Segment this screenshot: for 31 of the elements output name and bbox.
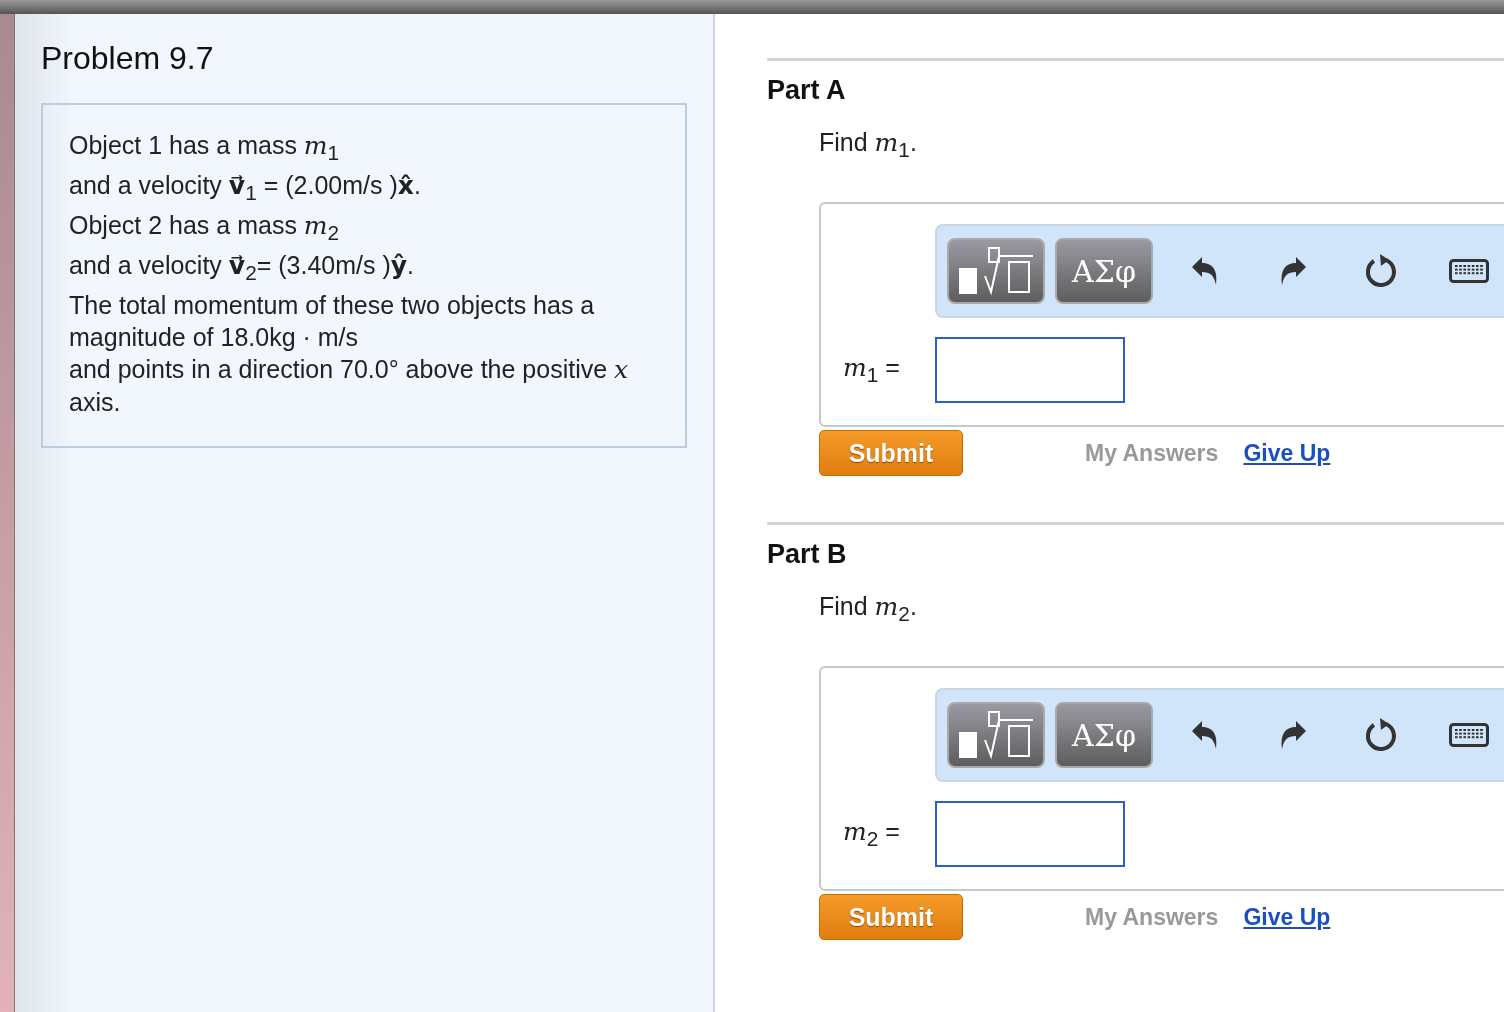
reset-icon [1364, 717, 1398, 753]
answer-field[interactable] [935, 801, 1125, 867]
symbols-button[interactable]: ΑΣφ [1055, 702, 1153, 768]
template-button[interactable] [947, 702, 1045, 768]
reset-icon [1364, 253, 1398, 289]
problem-text: and a velocity v⃗$_{1}$ = (2.00m/s )x̂. [69, 171, 421, 199]
keyboard-icon [1449, 259, 1489, 283]
problem-text: axis. [69, 388, 121, 416]
my-answers-link[interactable]: My Answers [1085, 903, 1219, 931]
my-answers-link[interactable]: My Answers [1085, 439, 1219, 467]
answer-label: m$_{2}$ = [843, 817, 900, 845]
submit-button[interactable]: Submit [819, 430, 963, 476]
problem-text: and points in a direction 70.0° above the positive x [69, 355, 629, 383]
template-button[interactable] [947, 238, 1045, 304]
answer-field[interactable] [935, 337, 1125, 403]
give-up-link[interactable]: Give Up [1243, 903, 1331, 931]
give-up-link[interactable]: Give Up [1243, 439, 1331, 467]
problem-text: and a velocity v⃗$_{2}$= (3.40m/s )ŷ. [69, 251, 415, 279]
answer-label: m$_{1}$ = [843, 353, 900, 381]
problem-text: Object 2 has a mass m$_{2}$ [69, 211, 340, 239]
problem-text: The total momentum of these two objects has a [69, 291, 595, 319]
question-prompt: Find m$_{1}$. [819, 128, 917, 156]
submit-button[interactable]: Submit [819, 894, 963, 940]
keyboard-icon [1449, 723, 1489, 747]
problem-text: magnitude of 18.0kg · m/s [69, 323, 359, 351]
symbols-button[interactable]: ΑΣφ [1055, 238, 1153, 304]
part-title: Part B [767, 539, 848, 570]
problem-title: Problem 9.7 [41, 40, 215, 77]
problem-text: Object 1 has a mass m$_{1}$ [69, 131, 340, 159]
question-prompt: Find m$_{2}$. [819, 592, 917, 620]
part-title: Part A [767, 75, 847, 106]
